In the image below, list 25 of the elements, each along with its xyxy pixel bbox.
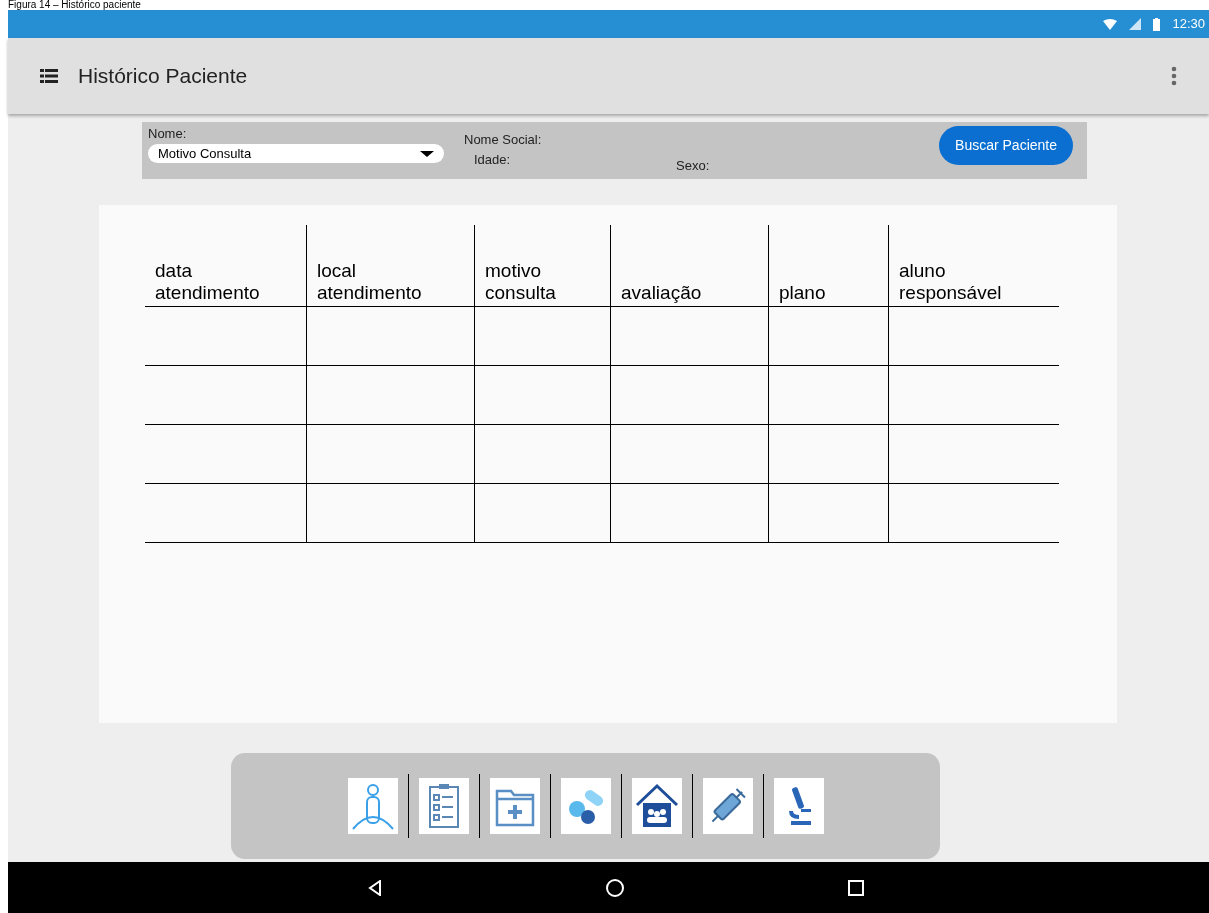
- field-label: Sexo:: [676, 158, 710, 174]
- home-icon[interactable]: [606, 878, 624, 897]
- search-patient-button[interactable]: Buscar Paciente: [939, 126, 1073, 165]
- app-title: Histórico Paciente: [78, 63, 248, 90]
- column-header: data atendimento: [155, 260, 261, 304]
- recent-apps-icon[interactable]: [848, 879, 864, 896]
- column-header: avaliação: [621, 282, 702, 304]
- caret-icon: [420, 150, 434, 157]
- list-icon[interactable]: [40, 69, 58, 83]
- column-header: aluno responsável: [899, 260, 1003, 304]
- figure-caption: Figura 14 – Histórico paciente: [8, 0, 141, 10]
- field-label: Nome:: [148, 126, 188, 142]
- more-icon[interactable]: [1171, 66, 1177, 86]
- column-header: local atendimento: [317, 260, 423, 304]
- field-label: Idade:: [474, 152, 512, 168]
- signal-icon: [1129, 18, 1142, 30]
- back-icon[interactable]: [368, 879, 382, 896]
- person-globe-icon[interactable]: [350, 781, 395, 831]
- wifi-icon: [1103, 18, 1118, 30]
- status-time: 12:30: [1172, 15, 1205, 34]
- column-header: motivo consulta: [485, 260, 557, 304]
- dropdown[interactable]: Motivo Consulta: [148, 144, 444, 163]
- battery-icon: [1153, 17, 1161, 31]
- column-header: plano: [779, 282, 826, 304]
- field-label: Nome Social:: [464, 132, 543, 148]
